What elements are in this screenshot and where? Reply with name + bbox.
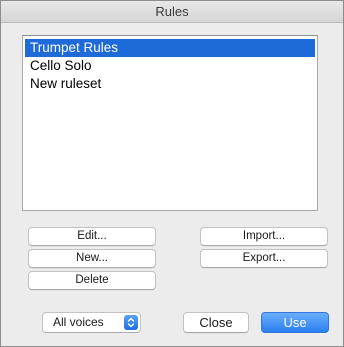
use-button[interactable]: Use xyxy=(261,312,329,333)
delete-button[interactable]: Delete xyxy=(28,271,156,290)
up-down-chevron-icon xyxy=(124,315,138,330)
rules-dialog: Rules Trumpet Rules Cello Solo New rules… xyxy=(0,0,344,347)
new-button[interactable]: New... xyxy=(28,249,156,268)
import-button[interactable]: Import... xyxy=(200,227,328,246)
list-item[interactable]: Trumpet Rules xyxy=(25,39,315,57)
close-button[interactable]: Close xyxy=(183,312,249,333)
list-item[interactable]: Cello Solo xyxy=(25,57,315,75)
window-title: Rules xyxy=(1,1,343,23)
rules-list[interactable]: Trumpet Rules Cello Solo New ruleset xyxy=(22,35,318,211)
voices-popup-label: All voices xyxy=(53,315,104,329)
list-item[interactable]: New ruleset xyxy=(25,75,315,93)
voices-popup[interactable]: All voices xyxy=(42,312,141,333)
export-button[interactable]: Export... xyxy=(200,249,328,268)
edit-button[interactable]: Edit... xyxy=(28,227,156,246)
